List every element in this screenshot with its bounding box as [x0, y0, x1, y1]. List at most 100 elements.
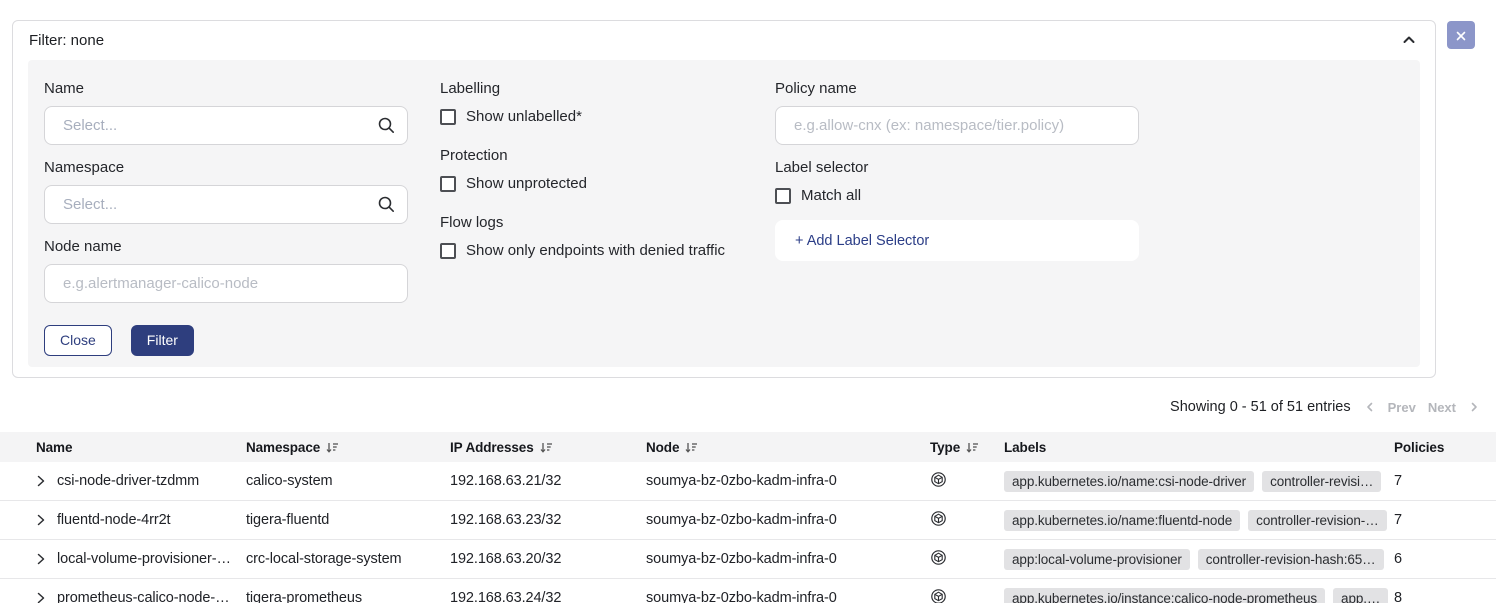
- denied-traffic-label: Show only endpoints with denied traffic: [466, 242, 725, 259]
- endpoint-node: soumya-bz-0zbo-kadm-infra-0: [646, 462, 930, 501]
- table-row[interactable]: csi-node-driver-tzdmm calico-system192.16…: [0, 462, 1496, 501]
- filter-panel-header: Filter: none: [13, 21, 1435, 60]
- show-unprotected-checkbox[interactable]: [440, 176, 456, 192]
- endpoint-node: soumya-bz-0zbo-kadm-infra-0: [646, 501, 930, 540]
- filter-button[interactable]: Filter: [131, 325, 194, 356]
- column-header-node[interactable]: Node: [646, 432, 930, 462]
- endpoint-type: [930, 579, 1004, 603]
- match-all-checkbox[interactable]: [775, 188, 791, 204]
- label-chip: controller-revision-hash:65…: [1198, 549, 1384, 570]
- endpoint-namespace: tigera-prometheus: [246, 579, 450, 603]
- filter-column-1: Name Namespace: [44, 80, 408, 347]
- endpoint-type: [930, 462, 1004, 501]
- sort-icon: [966, 441, 979, 454]
- endpoints-page: Filter: none Name: [0, 0, 1496, 603]
- endpoints-table: Name Namespace IP Addresses Node Type Labels P…: [0, 432, 1496, 603]
- prev-page-arrow[interactable]: [1364, 401, 1376, 413]
- endpoint-node: soumya-bz-0zbo-kadm-infra-0: [646, 540, 930, 579]
- prev-page-link[interactable]: Prev: [1388, 400, 1416, 415]
- endpoint-name: csi-node-driver-tzdmm: [57, 473, 199, 489]
- pod-icon: [930, 510, 947, 527]
- column-header-label: Labels: [1004, 440, 1046, 455]
- node-name-input[interactable]: [44, 264, 408, 303]
- column-header-label: IP Addresses: [450, 440, 534, 455]
- sort-icon: [326, 441, 339, 454]
- label-chip: app.kubernetes.io/instance:calico-node-p…: [1004, 588, 1325, 603]
- column-header-type[interactable]: Type: [930, 432, 1004, 462]
- endpoint-labels: app.kubernetes.io/name:csi-node-driverco…: [1004, 462, 1394, 501]
- chevron-right-icon[interactable]: [36, 592, 46, 603]
- endpoint-labels: app.kubernetes.io/name:fluentd-node contr…: [1004, 501, 1394, 540]
- table-row[interactable]: fluentd-node-4rr2ttigera-fluentd192.168.…: [0, 501, 1496, 540]
- namespace-select-input[interactable]: [44, 185, 408, 224]
- match-all-label: Match all: [801, 187, 861, 204]
- pod-icon: [930, 588, 947, 603]
- filter-column-2: Labelling Show unlabelled* Protection Sh…: [440, 80, 743, 347]
- table-header: Name Namespace IP Addresses Node Type Labels P…: [0, 432, 1496, 462]
- sort-icon: [540, 441, 553, 454]
- name-field-label: Name: [44, 80, 408, 97]
- search-icon: [377, 116, 396, 135]
- label-chip: app.kubernetes.io/name:csi-node-driver: [1004, 471, 1254, 492]
- node-name-field-label: Node name: [44, 238, 408, 255]
- close-button[interactable]: Close: [44, 325, 112, 356]
- name-select-input[interactable]: [44, 106, 408, 145]
- chevron-left-icon: [1364, 401, 1376, 413]
- endpoint-type: [930, 540, 1004, 579]
- dismiss-filter-button[interactable]: [1447, 21, 1475, 49]
- endpoint-ip: 192.168.63.21/32: [450, 462, 646, 501]
- column-header-namespace[interactable]: Namespace: [246, 432, 450, 462]
- chevron-right-icon[interactable]: [36, 514, 46, 526]
- namespace-field-label: Namespace: [44, 159, 408, 176]
- filter-title: Filter: none: [29, 32, 104, 49]
- column-header-policies: Policies: [1394, 432, 1496, 462]
- pod-icon: [930, 549, 947, 566]
- chevron-right-icon: [1468, 401, 1480, 413]
- show-unlabelled-label: Show unlabelled*: [466, 108, 582, 125]
- next-page-link[interactable]: Next: [1428, 400, 1456, 415]
- pod-icon: [930, 471, 947, 488]
- labelling-section-label: Labelling: [440, 80, 743, 97]
- chevron-up-icon: [1401, 32, 1417, 48]
- endpoint-name: prometheus-calico-node-…: [57, 590, 230, 603]
- endpoint-namespace: crc-local-storage-system: [246, 540, 450, 579]
- endpoint-node: soumya-bz-0zbo-kadm-infra-0: [646, 579, 930, 603]
- endpoint-type: [930, 501, 1004, 540]
- endpoint-ip: 192.168.63.20/32: [450, 540, 646, 579]
- endpoint-policies-count: 7: [1394, 462, 1496, 501]
- endpoint-namespace: calico-system: [246, 462, 450, 501]
- endpoint-name: local-volume-provisioner-…: [57, 551, 231, 567]
- filter-form: Name Namespace: [28, 60, 1420, 367]
- denied-traffic-checkbox[interactable]: [440, 243, 456, 259]
- endpoint-ip: 192.168.63.24/32: [450, 579, 646, 603]
- chevron-right-icon[interactable]: [36, 475, 46, 487]
- table-row[interactable]: local-volume-provisioner-… crc-local-stor…: [0, 540, 1496, 579]
- chevron-right-icon[interactable]: [36, 553, 46, 565]
- label-chip: app.kubernetes.io/name:fluentd-node: [1004, 510, 1240, 531]
- endpoint-namespace: tigera-fluentd: [246, 501, 450, 540]
- show-unlabelled-checkbox[interactable]: [440, 109, 456, 125]
- policy-name-input[interactable]: [775, 106, 1139, 145]
- column-header-label: Policies: [1394, 440, 1444, 455]
- search-icon: [377, 195, 396, 214]
- endpoint-labels: app:local-volume-provisioner controller-r…: [1004, 540, 1394, 579]
- label-chip: controller-revision-…: [1248, 510, 1386, 531]
- add-label-selector-button[interactable]: + Add Label Selector: [775, 220, 1139, 261]
- endpoint-policies-count: 7: [1394, 501, 1496, 540]
- label-chip: app:local-volume-provisioner: [1004, 549, 1190, 570]
- flow-logs-section-label: Flow logs: [440, 214, 743, 231]
- table-row[interactable]: prometheus-calico-node-… tigera-prometheu…: [0, 579, 1496, 603]
- column-header-label: Type: [930, 440, 960, 455]
- column-header-ip-addresses[interactable]: IP Addresses: [450, 432, 646, 462]
- endpoint-ip: 192.168.63.23/32: [450, 501, 646, 540]
- endpoint-policies-count: 6: [1394, 540, 1496, 579]
- label-selector-section-label: Label selector: [775, 159, 1139, 176]
- column-header-label: Namespace: [246, 440, 320, 455]
- collapse-filter-button[interactable]: [1399, 30, 1419, 50]
- pagination-bar: Showing 0 - 51 of 51 entries Prev Next: [1170, 397, 1480, 417]
- close-icon: [1455, 30, 1467, 42]
- column-header-label: Name: [36, 440, 72, 455]
- filter-column-3: Policy name Label selector Match all + A…: [775, 80, 1139, 347]
- column-header-label: Node: [646, 440, 679, 455]
- next-page-arrow[interactable]: [1468, 401, 1480, 413]
